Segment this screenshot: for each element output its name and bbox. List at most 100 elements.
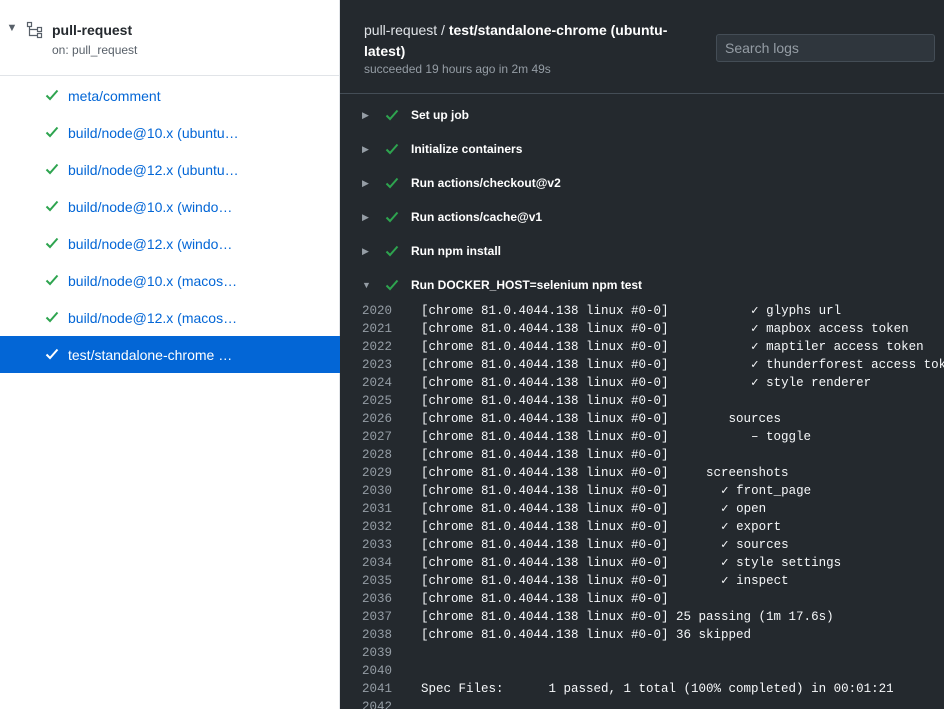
log-line: 2027 [chrome 81.0.4044.138 linux #0-0] – …: [340, 428, 944, 446]
log-line-text: [chrome 81.0.4044.138 linux #0-0]: [421, 592, 669, 606]
log-line-number[interactable]: 2020: [362, 302, 406, 320]
log-line-number[interactable]: 2031: [362, 500, 406, 518]
step-label: Set up job: [411, 108, 469, 122]
check-icon: [45, 163, 59, 175]
log-line: 2028 [chrome 81.0.4044.138 linux #0-0]: [340, 446, 944, 464]
log-line-number[interactable]: 2038: [362, 626, 406, 644]
log-line-number[interactable]: 2042: [362, 698, 406, 709]
breadcrumb-workflow[interactable]: pull-request: [364, 22, 437, 38]
step-row[interactable]: ▶ Run npm install: [340, 234, 944, 268]
log-line: 2037 [chrome 81.0.4044.138 linux #0-0] 25…: [340, 608, 944, 626]
job-item[interactable]: build/node@10.x (macos…: [0, 262, 340, 299]
log-line-number[interactable]: 2034: [362, 554, 406, 572]
check-icon: [45, 200, 59, 212]
log-line-text: [chrome 81.0.4044.138 linux #0-0] ✓ sour…: [421, 538, 789, 552]
log-line-number[interactable]: 2024: [362, 374, 406, 392]
log-line: 2033 [chrome 81.0.4044.138 linux #0-0] ✓ …: [340, 536, 944, 554]
caret-right-icon[interactable]: ▶: [362, 211, 369, 223]
log-line-number[interactable]: 2022: [362, 338, 406, 356]
step-list: ▶ Set up job ▶ Initialize containers ▶ R…: [340, 98, 944, 302]
job-item[interactable]: meta/comment: [0, 77, 340, 114]
log-line-number[interactable]: 2039: [362, 644, 406, 662]
caret-down-icon[interactable]: ▼: [362, 279, 371, 291]
caret-right-icon[interactable]: ▶: [362, 177, 369, 189]
step-row[interactable]: ▶ Initialize containers: [340, 132, 944, 166]
log-line: 2020 [chrome 81.0.4044.138 linux #0-0] ✓ …: [340, 302, 944, 320]
log-line-text: [chrome 81.0.4044.138 linux #0-0] ✓ thun…: [421, 358, 944, 372]
step-label: Run actions/checkout@v2: [411, 176, 561, 190]
log-line-text: [chrome 81.0.4044.138 linux #0-0] ✓ insp…: [421, 574, 789, 588]
log-line: 2022 [chrome 81.0.4044.138 linux #0-0] ✓ …: [340, 338, 944, 356]
log-line: 2042: [340, 698, 944, 709]
workflow-header[interactable]: ▼ pull-request on: pull_request: [0, 0, 339, 76]
check-icon: [45, 89, 59, 101]
log-line: 2029 [chrome 81.0.4044.138 linux #0-0] sc…: [340, 464, 944, 482]
workflow-sidebar: ▼ pull-request on: pull_request meta/com…: [0, 0, 340, 709]
log-line-text: [chrome 81.0.4044.138 linux #0-0] screen…: [421, 466, 789, 480]
check-icon: [385, 143, 399, 155]
log-line-number[interactable]: 2023: [362, 356, 406, 374]
log-line: 2031 [chrome 81.0.4044.138 linux #0-0] ✓ …: [340, 500, 944, 518]
check-icon: [45, 274, 59, 286]
job-item[interactable]: build/node@12.x (ubuntu…: [0, 151, 340, 188]
log-line: 2032 [chrome 81.0.4044.138 linux #0-0] ✓ …: [340, 518, 944, 536]
caret-down-icon[interactable]: ▼: [6, 22, 18, 34]
job-item[interactable]: build/node@10.x (ubuntu…: [0, 114, 340, 151]
log-line: 2021 [chrome 81.0.4044.138 linux #0-0] ✓ …: [340, 320, 944, 338]
log-line-text: [chrome 81.0.4044.138 linux #0-0] ✓ open: [421, 502, 767, 516]
log-line-number[interactable]: 2027: [362, 428, 406, 446]
breadcrumb-separator: /: [437, 22, 449, 38]
log-line-number[interactable]: 2026: [362, 410, 406, 428]
log-line-number[interactable]: 2037: [362, 608, 406, 626]
log-line-number[interactable]: 2030: [362, 482, 406, 500]
job-label: build/node@10.x (ubuntu…: [68, 125, 239, 141]
job-item[interactable]: build/node@12.x (windo…: [0, 225, 340, 262]
job-item[interactable]: build/node@10.x (windo…: [0, 188, 340, 225]
log-line-number[interactable]: 2032: [362, 518, 406, 536]
log-line: 2035 [chrome 81.0.4044.138 linux #0-0] ✓ …: [340, 572, 944, 590]
log-line-number[interactable]: 2033: [362, 536, 406, 554]
log-line-text: [chrome 81.0.4044.138 linux #0-0] ✓ styl…: [421, 376, 872, 390]
log-line-number[interactable]: 2035: [362, 572, 406, 590]
step-row[interactable]: ▶ Run actions/cache@v1: [340, 200, 944, 234]
log-line: 2039: [340, 644, 944, 662]
log-line-text: [chrome 81.0.4044.138 linux #0-0] 36 ski…: [421, 628, 752, 642]
log-line-number[interactable]: 2036: [362, 590, 406, 608]
search-logs-input[interactable]: [716, 34, 935, 62]
run-status: succeeded 19 hours ago in 2m 49s: [364, 62, 551, 76]
log-line-text: [chrome 81.0.4044.138 linux #0-0] ✓ mapb…: [421, 322, 909, 336]
job-label: build/node@12.x (macos…: [68, 310, 238, 326]
log-line-text: [chrome 81.0.4044.138 linux #0-0] ✓ expo…: [421, 520, 782, 534]
job-label: build/node@10.x (macos…: [68, 273, 238, 289]
step-label: Initialize containers: [411, 142, 523, 156]
log-line: 2040: [340, 662, 944, 680]
log-line-text: [chrome 81.0.4044.138 linux #0-0] source…: [421, 412, 782, 426]
log-line: 2030 [chrome 81.0.4044.138 linux #0-0] ✓ …: [340, 482, 944, 500]
log-line-number[interactable]: 2021: [362, 320, 406, 338]
log-line: 2024 [chrome 81.0.4044.138 linux #0-0] ✓ …: [340, 374, 944, 392]
step-row-expanded[interactable]: ▼ Run DOCKER_HOST=selenium npm test: [340, 268, 944, 302]
log-line-number[interactable]: 2025: [362, 392, 406, 410]
log-line-number[interactable]: 2040: [362, 662, 406, 680]
job-item-active[interactable]: test/standalone-chrome …: [0, 336, 340, 373]
log-line-number[interactable]: 2029: [362, 464, 406, 482]
step-label: Run DOCKER_HOST=selenium npm test: [411, 278, 643, 292]
log-line: 2026 [chrome 81.0.4044.138 linux #0-0] so…: [340, 410, 944, 428]
log-line: 2023 [chrome 81.0.4044.138 linux #0-0] ✓ …: [340, 356, 944, 374]
log-line: 2025 [chrome 81.0.4044.138 linux #0-0]: [340, 392, 944, 410]
workflow-trigger: on: pull_request: [52, 43, 138, 57]
workflow-icon: [26, 21, 43, 39]
log-line-number[interactable]: 2028: [362, 446, 406, 464]
workflow-title: pull-request: [52, 22, 133, 38]
caret-right-icon[interactable]: ▶: [362, 109, 369, 121]
step-row[interactable]: ▶ Set up job: [340, 98, 944, 132]
log-line: 2034 [chrome 81.0.4044.138 linux #0-0] ✓ …: [340, 554, 944, 572]
caret-right-icon[interactable]: ▶: [362, 245, 369, 257]
log-line-text: [chrome 81.0.4044.138 linux #0-0] ✓ styl…: [421, 556, 842, 570]
step-label: Run actions/cache@v1: [411, 210, 543, 224]
log-line-number[interactable]: 2041: [362, 680, 406, 698]
log-line-text: Spec Files: 1 passed, 1 total (100% comp…: [421, 682, 894, 696]
caret-right-icon[interactable]: ▶: [362, 143, 369, 155]
job-item[interactable]: build/node@12.x (macos…: [0, 299, 340, 336]
step-row[interactable]: ▶ Run actions/checkout@v2: [340, 166, 944, 200]
